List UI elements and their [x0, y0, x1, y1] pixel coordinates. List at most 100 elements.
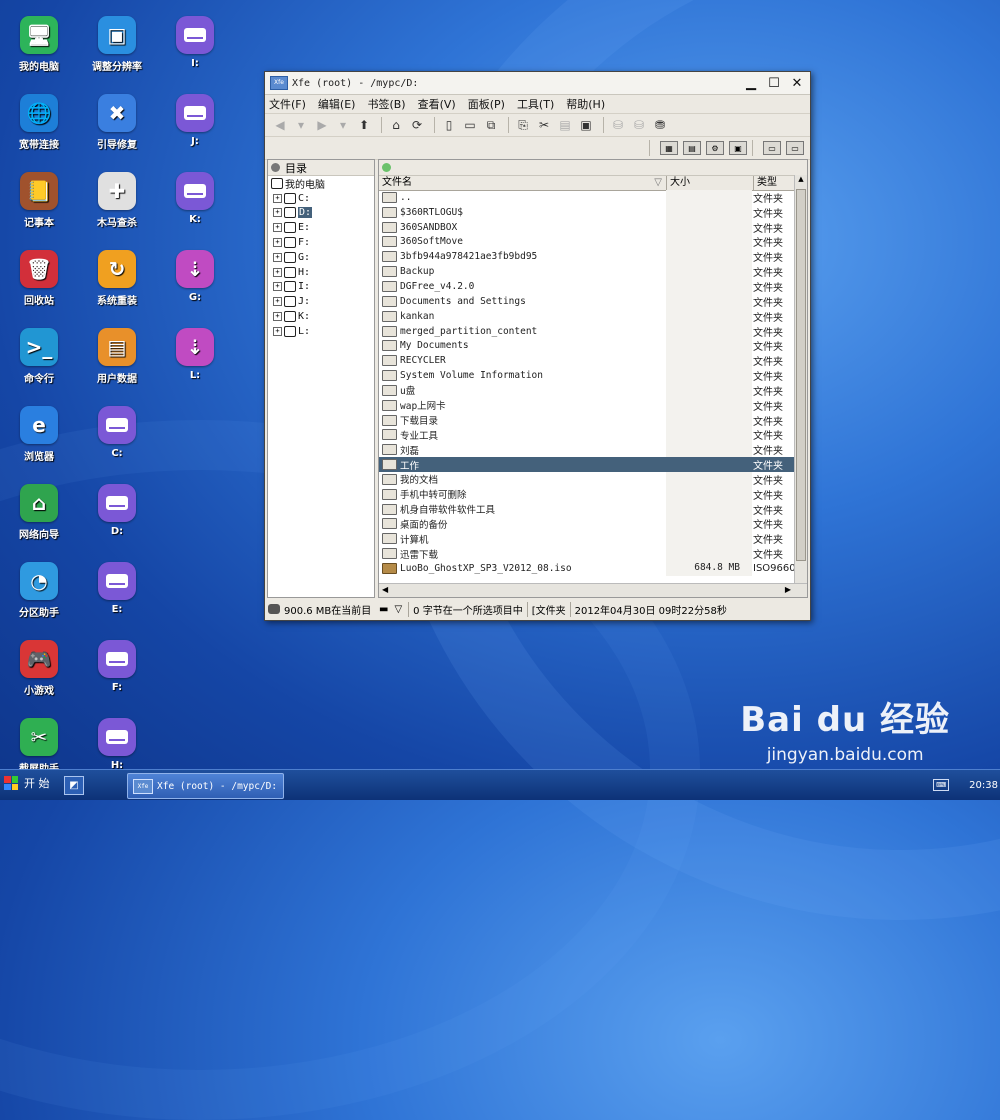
desktop-icon-网络向导[interactable]: ⌂ 网络向导 — [0, 484, 78, 541]
tree-item[interactable]: + L: — [268, 324, 374, 339]
list-view-icon[interactable]: ▭ — [763, 141, 781, 155]
desktop-icon-k[interactable]: K: — [156, 172, 234, 225]
tree-item[interactable]: + J: — [268, 294, 374, 309]
desktop-icon-分区助手[interactable]: ◔ 分区助手 — [0, 562, 78, 619]
desktop-icon-引导修复[interactable]: ✖ 引导修复 — [78, 94, 156, 151]
minimize-button[interactable]: ▁ — [741, 74, 761, 92]
file-row[interactable]: 工作 文件夹 — [379, 457, 794, 472]
file-row[interactable]: 计算机 文件夹 — [379, 531, 794, 546]
delete-icon[interactable]: ⛃ — [651, 116, 669, 134]
expand-icon[interactable]: + — [273, 267, 282, 277]
desktop-icon-我的电脑[interactable]: 🖥 我的电脑 — [0, 16, 78, 73]
file-row[interactable]: 手机中转可删除 文件夹 — [379, 486, 794, 502]
maximize-button[interactable]: ☐ — [764, 74, 784, 92]
new-file-icon[interactable]: ▯ — [440, 116, 458, 134]
horizontal-scrollbar[interactable]: ◀ ▶ — [379, 583, 807, 597]
close-button[interactable]: ✕ — [787, 74, 807, 92]
file-row[interactable]: 下载目录 文件夹 — [379, 412, 794, 428]
desktop-icon-记事本[interactable]: 📒 记事本 — [0, 172, 78, 229]
menu-item[interactable]: 查看(V) — [418, 96, 456, 112]
expand-icon[interactable]: + — [273, 312, 282, 322]
file-row[interactable]: .. 文件夹 — [379, 190, 794, 205]
desktop-icon-浏览器[interactable]: e 浏览器 — [0, 406, 78, 463]
desktop-icon-f[interactable]: F: — [78, 640, 156, 693]
back-icon[interactable]: ◀ — [271, 116, 289, 134]
desktop-icon-截屏助手[interactable]: ✂截屏助手 — [0, 718, 78, 775]
desktop-icon-回收站[interactable]: 🗑 回收站 — [0, 250, 78, 307]
desktop-icon-d[interactable]: D: — [78, 484, 156, 537]
tree-item[interactable]: + D: — [268, 206, 374, 221]
forward-icon[interactable]: ▶ — [313, 116, 331, 134]
file-row[interactable]: wap上网卡 文件夹 — [379, 397, 794, 413]
taskbar-window-button[interactable]: Xfe Xfe (root) - /mypc/D: — [127, 773, 284, 799]
start-button[interactable]: 开 始 — [4, 775, 50, 791]
trash-icon[interactable]: ⛁ — [609, 116, 627, 134]
desktop-icon-宽带连接[interactable]: 🌐 宽带连接 — [0, 94, 78, 151]
file-row[interactable]: RECYCLER 文件夹 — [379, 353, 794, 368]
menu-item[interactable]: 书签(B) — [367, 96, 405, 112]
type-column-header[interactable]: 类型 — [754, 176, 797, 190]
menu-item[interactable]: 工具(T) — [517, 96, 554, 112]
file-row[interactable]: 专业工具 文件夹 — [379, 427, 794, 442]
size-column-header[interactable]: 大小 — [667, 176, 754, 190]
scroll-thumb[interactable] — [796, 189, 806, 561]
desktop-icon-用户数据[interactable]: ▤ 用户数据 — [78, 328, 156, 385]
desktop-icon-j[interactable]: J: — [156, 94, 234, 147]
file-row[interactable]: 360SANDBOX 文件夹 — [379, 219, 794, 235]
file-row[interactable]: System Volume Information 文件夹 — [379, 368, 794, 383]
expand-icon[interactable]: + — [273, 193, 282, 203]
desktop-icon-木马查杀[interactable]: ✚ 木马查杀 — [78, 172, 156, 229]
new-folder-icon[interactable]: ▭ — [461, 116, 479, 134]
tree-item[interactable]: + F: — [268, 235, 374, 250]
file-row[interactable]: 迅雷下载 文件夹 — [379, 546, 794, 561]
menu-item[interactable]: 面板(P) — [468, 96, 505, 112]
file-row[interactable]: LuoBo_GhostXP_SP3_V2012_08.iso 684.8 MB IS… — [379, 561, 794, 576]
up-directory-icon[interactable]: ⬆ — [355, 116, 373, 134]
menu-item[interactable]: 编辑(E) — [318, 96, 356, 112]
restore-icon[interactable]: ⛁ — [630, 116, 648, 134]
one-panel-icon[interactable]: ▤ — [683, 141, 701, 155]
file-row[interactable]: merged_partition_content 文件夹 — [379, 323, 794, 339]
rename-icon[interactable]: ▣ — [577, 116, 595, 134]
desktop-icon-小游戏[interactable]: 🎮 小游戏 — [0, 640, 78, 697]
expand-icon[interactable]: + — [273, 208, 282, 218]
tree-item[interactable]: + H: — [268, 265, 374, 280]
expand-icon[interactable]: + — [273, 326, 282, 336]
tree-item[interactable]: + C: — [268, 191, 374, 206]
home-icon[interactable]: ⌂ — [387, 116, 405, 134]
expand-icon[interactable]: + — [273, 238, 282, 248]
show-desktop-icon[interactable]: ◩ — [64, 776, 84, 795]
desktop-icon-命令行[interactable]: >_ 命令行 — [0, 328, 78, 385]
tree-item[interactable]: + I: — [268, 280, 374, 295]
file-row[interactable]: Backup 文件夹 — [379, 264, 794, 279]
title-bar[interactable]: Xfe Xfe (root) - /mypc/D: ▁ ☐ ✕ — [265, 72, 810, 95]
file-row[interactable]: 机身自带软件软件工具 文件夹 — [379, 501, 794, 517]
paste-icon[interactable]: ▤ — [556, 116, 574, 134]
filter-icon[interactable]: ▽ — [394, 604, 402, 615]
file-row[interactable]: 桌面的备份 文件夹 — [379, 516, 794, 531]
scroll-right-icon[interactable]: ▶ — [785, 585, 791, 594]
forward-history-icon[interactable]: ▾ — [334, 116, 352, 134]
tree-panel-icon[interactable]: ▦ — [660, 141, 678, 155]
desktop-icon-c[interactable]: C: — [78, 406, 156, 459]
vertical-scrollbar[interactable]: ▲ — [794, 175, 807, 583]
desktop-icon-e[interactable]: E: — [78, 562, 156, 615]
file-row[interactable]: u盘 文件夹 — [379, 382, 794, 398]
file-row[interactable]: My Documents 文件夹 — [379, 338, 794, 353]
menu-item[interactable]: 文件(F) — [269, 96, 306, 112]
tree-item[interactable]: + K: — [268, 309, 374, 324]
tree-item[interactable]: + E: — [268, 220, 374, 235]
detail-view-icon[interactable]: ▭ — [786, 141, 804, 155]
refresh-icon[interactable]: ⟳ — [408, 116, 426, 134]
expand-icon[interactable]: + — [273, 282, 282, 292]
menu-item[interactable]: 帮助(H) — [566, 96, 605, 112]
file-row[interactable]: 刘磊 文件夹 — [379, 442, 794, 457]
scroll-up-icon[interactable]: ▲ — [795, 175, 807, 183]
expand-icon[interactable]: + — [273, 223, 282, 233]
desktop-icon-l[interactable]: ⇣ L: — [156, 328, 234, 381]
new-window-icon[interactable]: ⧉ — [482, 116, 500, 134]
file-row[interactable]: Documents and Settings 文件夹 — [379, 293, 794, 309]
file-row[interactable]: kankan 文件夹 — [379, 308, 794, 324]
tree-item[interactable]: 我的电脑 — [268, 176, 374, 191]
expand-icon[interactable]: + — [273, 252, 282, 262]
